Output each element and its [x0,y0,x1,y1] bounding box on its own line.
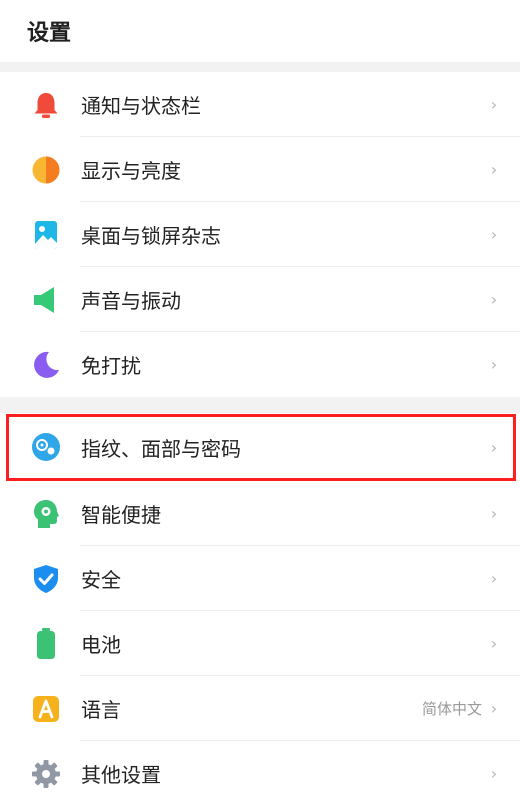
row-language[interactable]: 语言 简体中文 › [0,676,520,741]
chevron-right-icon: › [490,355,498,374]
chevron-right-icon: › [490,437,498,457]
row-sound[interactable]: 声音与振动 › [0,267,520,332]
chevron-right-icon: › [490,290,498,309]
fingerprint-icon [29,430,63,464]
chevron-right-icon: › [490,764,498,783]
row-label: 安全 [81,568,121,592]
row-label: 声音与振动 [81,289,181,313]
chevron-right-icon: › [490,569,498,588]
row-battery[interactable]: 电池 › [0,611,520,676]
speaker-icon [29,283,63,317]
brightness-icon [29,153,63,187]
row-label: 指纹、面部与密码 [81,436,241,461]
row-dnd[interactable]: 免打扰 › [0,332,520,397]
row-biometrics[interactable]: 指纹、面部与密码 › [0,413,520,481]
page-title: 设置 [27,21,72,46]
chevron-right-icon: › [490,95,498,114]
section-gap [0,62,520,72]
wallpaper-icon [29,218,63,252]
chevron-right-icon: › [490,225,498,244]
bell-icon [29,88,63,122]
moon-icon [29,348,63,382]
row-label: 桌面与锁屏杂志 [81,224,221,248]
row-notifications[interactable]: 通知与状态栏 › [0,72,520,137]
row-label: 免打扰 [81,354,141,378]
battery-icon [29,627,63,661]
row-other[interactable]: 其他设置 › [0,741,520,806]
chevron-right-icon: › [490,634,498,653]
chevron-right-icon: › [490,699,498,718]
row-label: 语言 [81,698,121,722]
row-label: 显示与亮度 [81,159,181,183]
row-label: 其他设置 [81,763,161,787]
chevron-right-icon: › [490,160,498,179]
row-label: 通知与状态栏 [81,94,201,118]
language-value: 简体中文 [421,700,482,718]
shield-icon [29,562,63,596]
row-label: 电池 [81,633,121,657]
row-label: 智能便捷 [81,503,161,527]
row-wallpaper[interactable]: 桌面与锁屏杂志 › [0,202,520,267]
row-smart-assist[interactable]: 智能便捷 › [0,481,520,546]
row-security[interactable]: 安全 › [0,546,520,611]
chevron-right-icon: › [490,504,498,523]
settings-header: 设置 [0,0,520,62]
language-icon [29,692,63,726]
gear-icon [29,757,63,791]
row-display[interactable]: 显示与亮度 › [0,137,520,202]
smart-assist-icon [29,497,63,531]
section-gap [0,397,520,413]
